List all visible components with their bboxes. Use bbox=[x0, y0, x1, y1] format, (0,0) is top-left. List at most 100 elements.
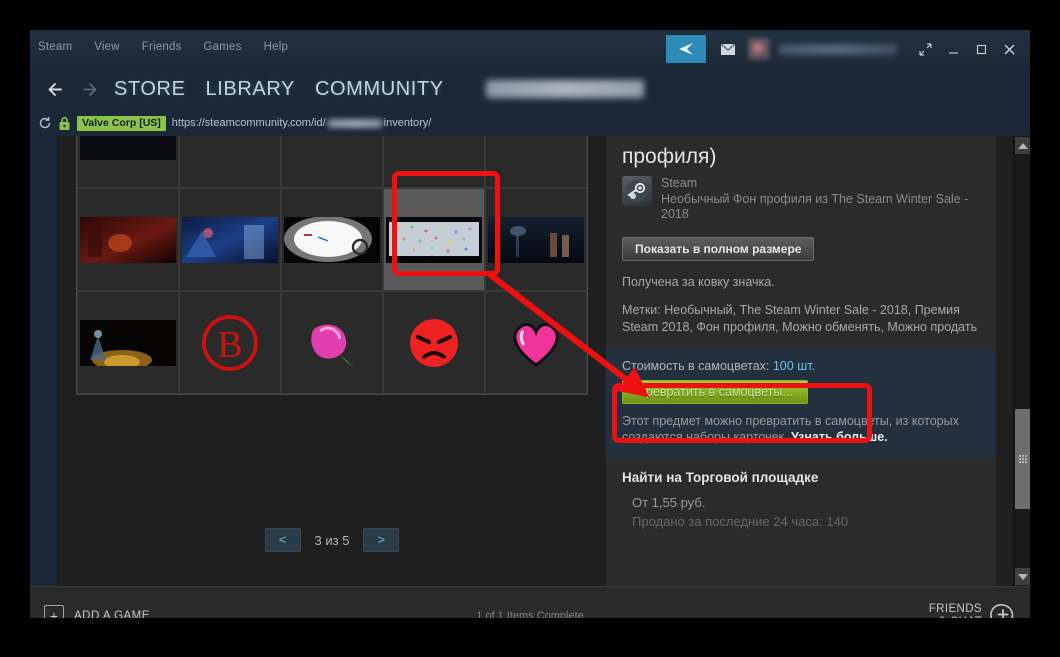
page-body: B < 3 из 5 > профиля) Steam Необычный Фо… bbox=[30, 136, 1030, 586]
inventory-page-content: B < 3 из 5 > профиля) Steam Необычный Фо… bbox=[58, 136, 1030, 586]
convert-to-gems-button[interactable]: Превратить в самоцветы... bbox=[622, 379, 808, 404]
market-section: Найти на Торговой площадке От 1,55 руб. … bbox=[606, 457, 996, 531]
persona-name-redacted bbox=[778, 43, 898, 55]
item-artwork bbox=[513, 322, 559, 367]
item-artwork bbox=[410, 318, 458, 367]
expand-icon[interactable] bbox=[912, 36, 938, 62]
market-sold-24h: Продано за последние 24 часа: 140 bbox=[632, 513, 849, 529]
pagination-prev-button[interactable]: < bbox=[264, 528, 301, 552]
menu-item-view[interactable]: View bbox=[94, 39, 120, 55]
item-detail-panel: профиля) Steam Необычный Фон профиля из … bbox=[606, 136, 996, 586]
steam-logo-icon bbox=[622, 176, 652, 206]
game-subtitle: Необычный Фон профиля из The Steam Winte… bbox=[661, 191, 969, 222]
gems-cost-line: Стоимость в самоцветах: 100 шт. bbox=[622, 359, 980, 373]
item-artwork bbox=[284, 216, 380, 263]
vertical-scrollbar[interactable] bbox=[1013, 136, 1030, 586]
inventory-cell[interactable] bbox=[179, 136, 281, 188]
item-artwork bbox=[488, 216, 584, 263]
view-fullsize-button[interactable]: Показать в полном размере bbox=[622, 236, 815, 261]
inventory-cell[interactable] bbox=[485, 188, 587, 291]
gems-cost-label: Стоимость в самоцветах: bbox=[622, 358, 770, 373]
envelope-icon[interactable] bbox=[718, 42, 738, 56]
market-starting-price: От 1,55 руб. bbox=[632, 494, 706, 510]
item-artwork bbox=[80, 136, 176, 160]
gems-cost-value: 100 шт. bbox=[772, 358, 816, 373]
broadcast-icon[interactable] bbox=[666, 35, 706, 63]
url-prefix: https://steamcommunity.com/id/ bbox=[171, 117, 326, 129]
inventory-cell[interactable] bbox=[77, 291, 179, 394]
titlebar: Steam View Friends Games Help bbox=[30, 30, 1030, 68]
inventory-cell[interactable] bbox=[77, 188, 179, 291]
inventory-cell[interactable] bbox=[77, 136, 179, 188]
pagination-next-button[interactable]: > bbox=[363, 528, 400, 552]
item-artwork bbox=[386, 216, 482, 263]
learn-more-link[interactable]: Узнать больше. bbox=[791, 430, 888, 444]
reload-icon[interactable] bbox=[38, 116, 52, 130]
item-artwork: B bbox=[202, 314, 258, 371]
item-artwork bbox=[311, 324, 354, 367]
window-buttons bbox=[912, 36, 1022, 62]
scrollbar-thumb[interactable] bbox=[1015, 409, 1030, 509]
inventory-cell[interactable] bbox=[281, 291, 383, 394]
steam-client-window: Steam View Friends Games Help STORE LIBR… bbox=[30, 30, 1030, 618]
game-info-row: Steam Необычный Фон профиля из The Steam… bbox=[622, 176, 980, 223]
inventory-cell-selected[interactable] bbox=[383, 188, 485, 291]
inventory-cell[interactable] bbox=[383, 291, 485, 394]
certificate-badge: Valve Corp [US] bbox=[77, 115, 166, 131]
inventory-area: B < 3 из 5 > bbox=[58, 136, 606, 586]
left-gutter bbox=[30, 136, 58, 586]
gems-section: Стоимость в самоцветах: 100 шт. Преврати… bbox=[606, 349, 996, 458]
navigation-bar: STORE LIBRARY COMMUNITY bbox=[30, 68, 1030, 110]
item-artwork bbox=[182, 216, 278, 263]
nav-link-community[interactable]: COMMUNITY bbox=[315, 78, 444, 101]
item-tags: Метки: Необычный, The Steam Winter Sale … bbox=[622, 302, 978, 334]
maximize-icon[interactable] bbox=[968, 36, 994, 62]
url-bar: Valve Corp [US] https://steamcommunity.c… bbox=[30, 110, 1030, 136]
menu-item-help[interactable]: Help bbox=[264, 39, 288, 55]
nav-link-store[interactable]: STORE bbox=[114, 78, 186, 101]
menu-item-games[interactable]: Games bbox=[204, 39, 242, 55]
inventory-cell[interactable] bbox=[179, 188, 281, 291]
titlebar-right-controls bbox=[666, 30, 1030, 68]
minimize-icon[interactable] bbox=[940, 36, 966, 62]
nav-links: STORE LIBRARY COMMUNITY bbox=[114, 78, 644, 101]
arrow-right-icon[interactable] bbox=[72, 80, 106, 99]
arrow-left-icon[interactable] bbox=[38, 80, 72, 99]
acquired-text: Получена за ковку значка. bbox=[622, 274, 775, 289]
lock-icon bbox=[58, 116, 71, 131]
persona-area[interactable] bbox=[748, 38, 898, 60]
market-title[interactable]: Найти на Торговой площадке bbox=[622, 470, 980, 485]
item-artwork bbox=[80, 216, 176, 263]
url-suffix: inventory/ bbox=[383, 117, 432, 129]
inventory-cell[interactable] bbox=[281, 188, 383, 291]
footer-bar: + ADD A GAME 1 of 1 Items Complete FRIEN… bbox=[30, 586, 1030, 618]
inventory-cell[interactable] bbox=[281, 136, 383, 188]
nav-link-library[interactable]: LIBRARY bbox=[206, 78, 295, 101]
scrollbar-grip-icon bbox=[1018, 454, 1027, 464]
menu-item-steam[interactable]: Steam bbox=[38, 39, 72, 55]
friends-label-line2: & CHAT bbox=[929, 616, 982, 619]
pagination-status: 3 из 5 bbox=[314, 532, 350, 548]
scrollbar-up-arrow-icon[interactable] bbox=[1015, 137, 1030, 154]
chat-plus-icon bbox=[990, 603, 1014, 618]
inventory-cell[interactable] bbox=[485, 291, 587, 394]
menu-bar: Steam View Friends Games Help bbox=[38, 39, 288, 55]
inventory-cell[interactable]: B bbox=[179, 291, 281, 394]
svg-text:B: B bbox=[217, 324, 242, 366]
gems-description: Этот предмет можно превратить в самоцвет… bbox=[622, 413, 980, 446]
game-meta: Steam Необычный Фон профиля из The Steam… bbox=[661, 176, 980, 223]
inventory-cell[interactable] bbox=[383, 136, 485, 188]
item-title: профиля) bbox=[622, 145, 717, 168]
friends-and-chat-button[interactable]: FRIENDS & CHAT bbox=[929, 603, 1016, 619]
scrollbar-down-arrow-icon[interactable] bbox=[1015, 568, 1030, 585]
avatar bbox=[748, 38, 770, 60]
game-name[interactable]: Steam bbox=[661, 176, 980, 192]
friends-and-chat-label: FRIENDS & CHAT bbox=[929, 603, 982, 619]
url-text[interactable]: https://steamcommunity.com/id/ inventory… bbox=[172, 117, 432, 129]
inventory-cell[interactable] bbox=[485, 136, 587, 188]
close-icon[interactable] bbox=[996, 36, 1022, 62]
menu-item-friends[interactable]: Friends bbox=[142, 39, 182, 55]
friends-label-line1: FRIENDS bbox=[928, 602, 982, 615]
nav-link-profile-redacted[interactable] bbox=[485, 80, 644, 98]
pagination: < 3 из 5 > bbox=[58, 528, 606, 552]
